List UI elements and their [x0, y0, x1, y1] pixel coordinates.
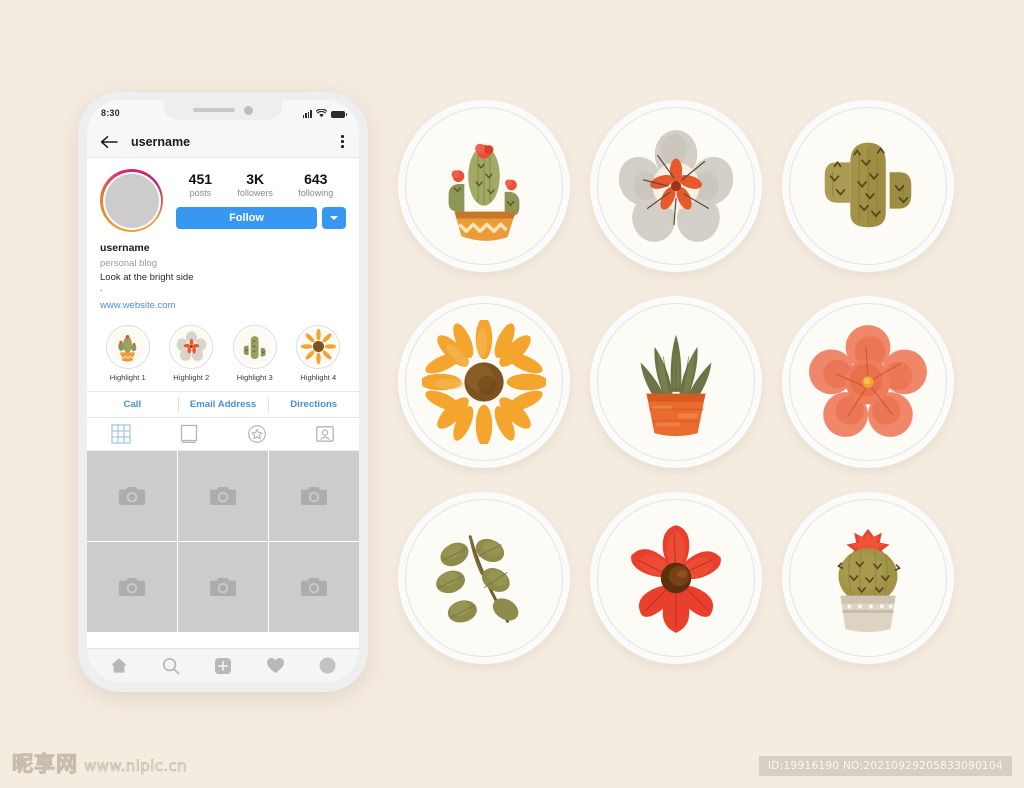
grid-icon [111, 424, 131, 444]
highlight-4-label: Highlight 4 [300, 372, 337, 382]
chevron-down-icon [330, 215, 338, 220]
stat-following-value: 643 [304, 171, 328, 187]
call-button[interactable]: Call [87, 392, 178, 417]
highlight-cover-sunflower [299, 328, 337, 366]
camera-icon [118, 486, 145, 505]
follow-dropdown-button[interactable] [322, 206, 346, 229]
sticker-aloe-in-terracotta-pot[interactable] [590, 296, 762, 468]
photo-grid-cell[interactable] [178, 450, 268, 541]
photo-grid-cell[interactable] [269, 542, 359, 632]
profile-avatar-icon[interactable] [319, 657, 336, 674]
bio-block: username personal blog Look at the brigh… [87, 232, 359, 313]
bio-dot: . [100, 283, 103, 295]
camera-icon [301, 577, 328, 596]
sticker-white-magnolia-flower[interactable] [590, 100, 762, 272]
status-icons [302, 108, 348, 118]
photo-grid [87, 450, 359, 648]
battery-icon [331, 110, 348, 118]
bottom-tab-bar [87, 648, 359, 682]
phone-mockup: 8:30 username 451 posts 3K followers 643… [78, 92, 368, 692]
tab-grid[interactable] [87, 418, 155, 450]
stats-row: 451 posts 3K followers 643 following [176, 171, 346, 199]
tab-tagged[interactable] [291, 418, 359, 450]
status-time: 8:30 [101, 108, 120, 118]
stat-following[interactable]: 643 following [298, 171, 334, 199]
sidebar-item-highlight-3[interactable]: Highlight 3 [225, 324, 285, 382]
sticker-olive-leaf-branch[interactable] [398, 492, 570, 664]
sticker-coral-poppy-flower[interactable] [782, 296, 954, 468]
profile-header: 451 posts 3K followers 643 following Fol… [87, 158, 359, 232]
directions-button[interactable]: Directions [268, 392, 359, 417]
reels-icon [180, 424, 198, 443]
photo-grid-cell[interactable] [269, 450, 359, 541]
bio-category: personal blog [100, 257, 158, 269]
bio-name: username [100, 242, 150, 254]
sidebar-item-highlight-2[interactable]: Highlight 2 [162, 324, 222, 382]
heart-icon[interactable] [266, 657, 285, 674]
sticker-round-cactus-in-pot[interactable] [782, 492, 954, 664]
sticker-orange-sunflower[interactable] [398, 296, 570, 468]
story-highlights-row: Highlight 1 Highlight 2 Highlight 3 High… [87, 313, 359, 391]
camera-icon [118, 577, 145, 596]
highlight-3-label: Highlight 3 [236, 372, 273, 382]
search-icon[interactable] [162, 657, 180, 675]
sticker-tall-saguaro-cactus[interactable] [782, 100, 954, 272]
home-icon[interactable] [110, 657, 128, 674]
page-title: username [131, 134, 191, 149]
sidebar-item-highlight-4[interactable]: Highlight 4 [289, 324, 349, 382]
sticker-red-cosmos-flower[interactable] [590, 492, 762, 664]
avatar[interactable] [100, 169, 163, 232]
notch-speaker-icon [193, 108, 235, 112]
stat-followers-label: followers [237, 187, 273, 198]
tab-reels[interactable] [155, 418, 223, 450]
tab-star-badge[interactable] [223, 418, 291, 450]
avatar-image [104, 173, 159, 228]
profile-tabs-row [87, 418, 359, 451]
watermark-id-badge: ID:19916190 NO:20210929205833090104 [758, 756, 1012, 776]
bio-description: Look at the bright side [100, 271, 194, 283]
highlight-cover-tall-cactus [236, 328, 274, 366]
sticker-grid [398, 100, 970, 688]
contact-action-row: Call Email Address Directions [87, 390, 359, 418]
add-post-icon[interactable] [214, 657, 232, 675]
watermark-logo-url: www.nipic.cn [84, 757, 188, 776]
arrow-left-icon[interactable] [100, 135, 118, 149]
highlight-cover-white-flower [172, 328, 210, 366]
stat-following-label: following [298, 187, 334, 198]
highlight-cover-cactus-pot [109, 328, 147, 366]
stat-followers-value: 3K [246, 171, 265, 187]
email-address-button[interactable]: Email Address [177, 392, 269, 417]
watermark-logo: 昵享网 www.nipic.cn [12, 748, 188, 778]
wifi-icon [316, 108, 327, 117]
camera-icon [210, 577, 236, 596]
bio-website-link[interactable]: www.website.com [100, 300, 176, 311]
sidebar-item-highlight-1[interactable]: Highlight 1 [98, 324, 158, 382]
kebab-menu-icon[interactable] [339, 132, 346, 150]
phone-notch [164, 100, 282, 120]
phone-scroll-body: 451 posts 3K followers 643 following Fol… [87, 158, 359, 648]
camera-icon [301, 486, 328, 505]
top-nav-bar: username [87, 126, 359, 158]
highlight-1-label: Highlight 1 [109, 372, 146, 382]
phone-screen: 8:30 username 451 posts 3K followers 643… [87, 100, 359, 682]
star-badge-icon [248, 425, 266, 443]
stat-posts[interactable]: 451 posts [188, 171, 213, 199]
photo-grid-cell[interactable] [178, 542, 268, 632]
camera-icon [210, 486, 236, 505]
follow-button[interactable]: Follow [176, 206, 317, 229]
stat-posts-value: 451 [188, 171, 213, 187]
photo-grid-cell[interactable] [87, 450, 177, 541]
stat-followers[interactable]: 3K followers [237, 171, 273, 199]
photo-grid-cell[interactable] [87, 542, 177, 632]
signal-icon [302, 110, 312, 118]
tagged-icon [316, 426, 334, 442]
highlight-2-label: Highlight 2 [173, 372, 210, 382]
notch-camera-icon [244, 105, 253, 115]
watermark-logo-cn: 昵享网 [12, 752, 78, 777]
sticker-cactus-in-zigzag-pot[interactable] [398, 100, 570, 272]
stat-posts-label: posts [189, 187, 212, 198]
